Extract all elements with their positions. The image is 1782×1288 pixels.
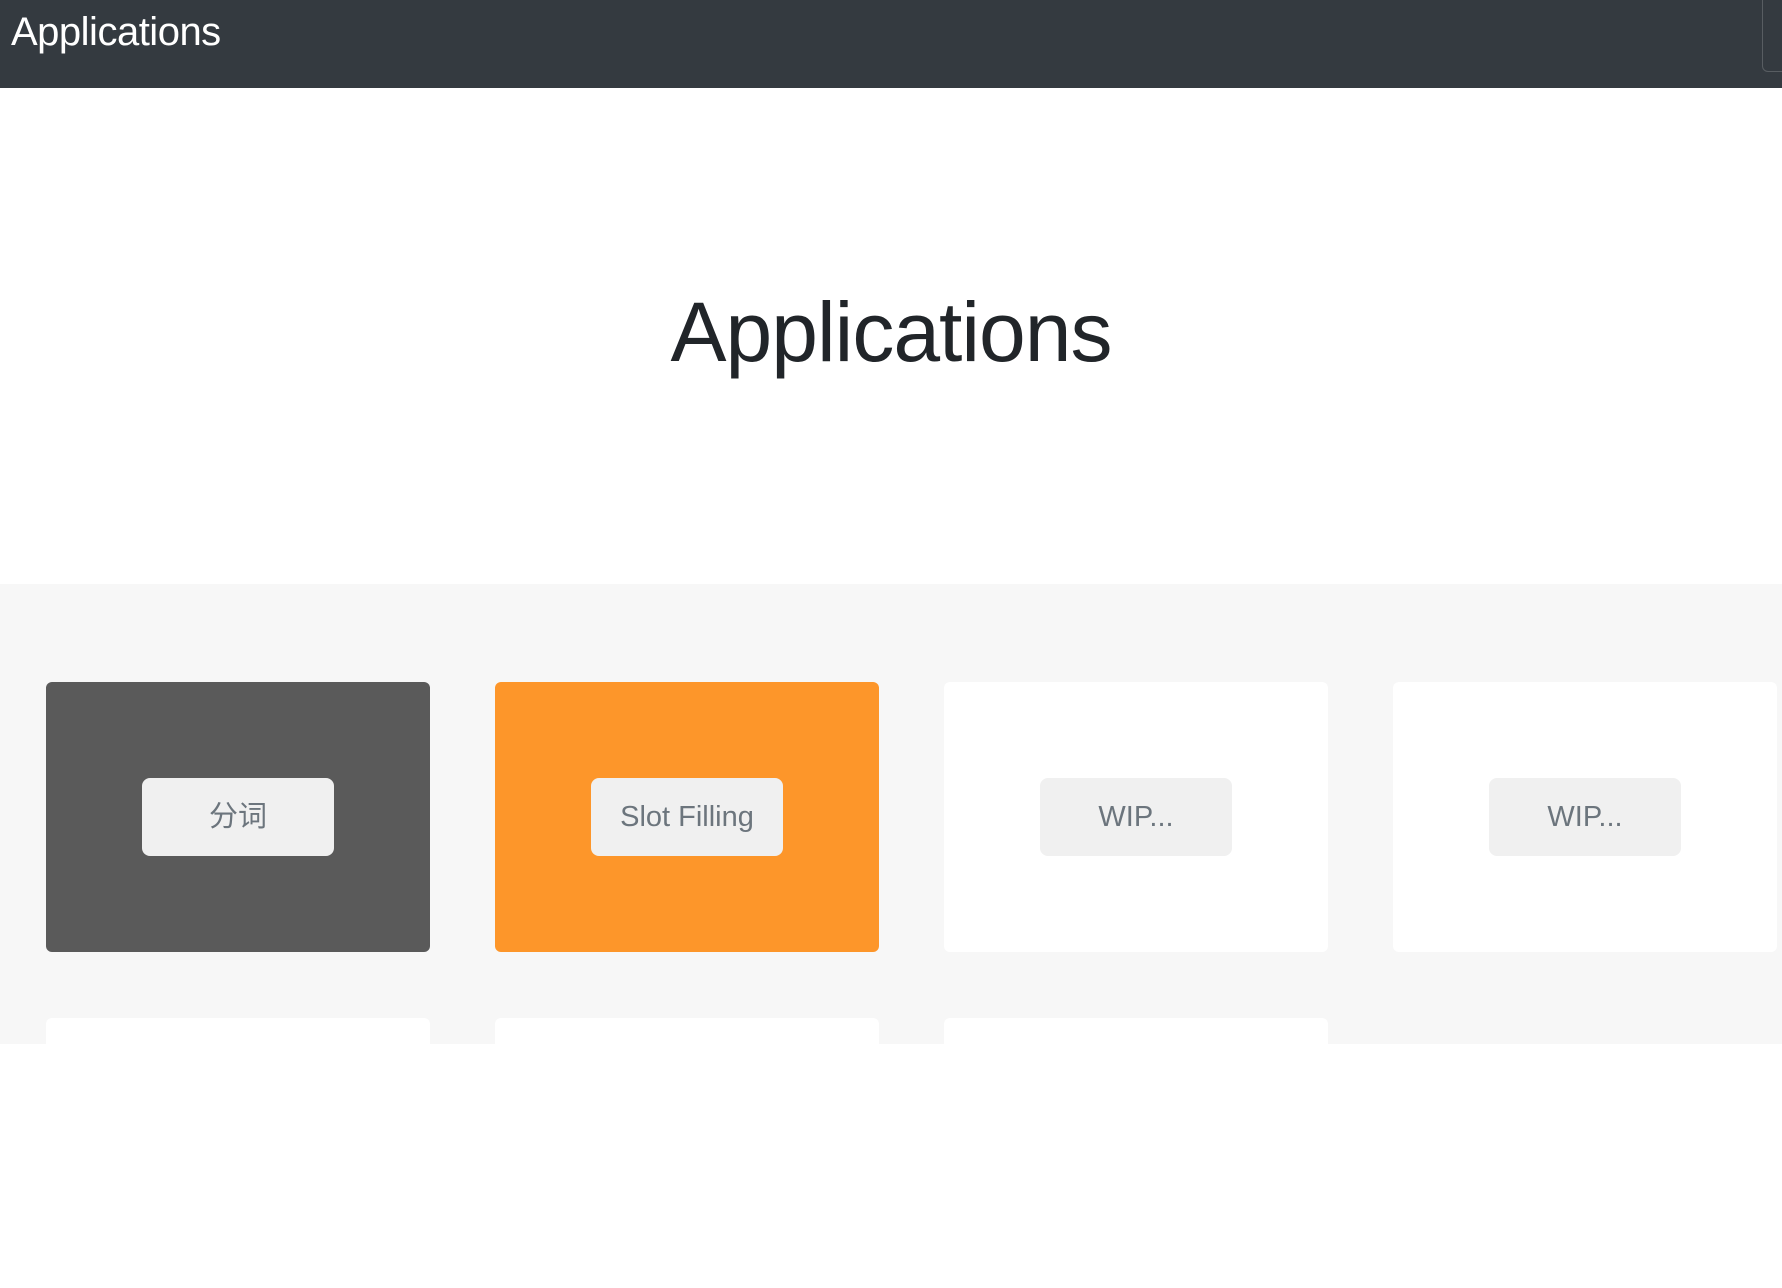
hero-section: Applications <box>0 88 1782 584</box>
app-card-wip-2: WIP... <box>1393 682 1777 952</box>
app-card-row2-1 <box>46 1018 430 1288</box>
app-card-row2-2 <box>495 1018 879 1288</box>
page-title: Applications <box>670 285 1113 379</box>
app-button-wip-1[interactable]: WIP... <box>1040 778 1232 856</box>
app-card-slot-filling: Slot Filling <box>495 682 879 952</box>
app-button-fenci[interactable]: 分词 <box>142 778 334 856</box>
app-card-row2-3 <box>944 1018 1328 1288</box>
top-navbar: Applications <box>0 0 1782 88</box>
app-card-wip-1: WIP... <box>944 682 1328 952</box>
app-button-slot-filling[interactable]: Slot Filling <box>591 778 783 856</box>
app-card-fenci: 分词 <box>46 682 430 952</box>
navbar-brand[interactable]: Applications <box>11 10 221 54</box>
app-button-wip-2[interactable]: WIP... <box>1489 778 1681 856</box>
navbar-toggler-button[interactable] <box>1762 0 1782 72</box>
app-card-grid: 分词 Slot Filling WIP... WIP... <box>0 584 1782 1288</box>
